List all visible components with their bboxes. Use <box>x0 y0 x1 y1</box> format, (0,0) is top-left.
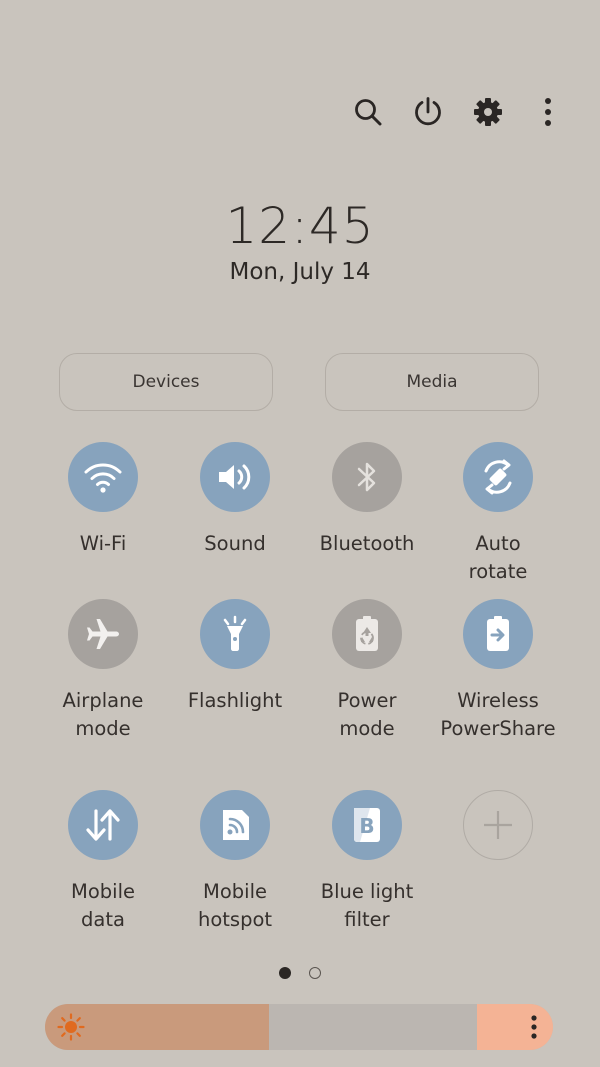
tile-wireless-powershare[interactable]: Wireless PowerShare <box>432 599 564 743</box>
plus-icon[interactable] <box>463 790 533 860</box>
wifi-icon[interactable] <box>68 442 138 512</box>
tile-label: Wireless PowerShare <box>440 689 556 740</box>
tile-label: Auto rotate <box>468 532 528 583</box>
tile-mobile-data[interactable]: Mobile data <box>37 790 169 934</box>
hotspot-icon[interactable] <box>200 790 270 860</box>
tile-label: Flashlight <box>187 689 283 712</box>
tile-airplane-mode[interactable]: Airplane mode <box>37 599 169 743</box>
more-vertical-icon[interactable] <box>532 94 564 130</box>
sun-icon <box>57 1013 85 1041</box>
tile-label: Power mode <box>337 689 397 740</box>
svg-text:B: B <box>359 814 374 838</box>
bluetooth-icon[interactable] <box>332 442 402 512</box>
brightness-slider[interactable] <box>45 1004 553 1050</box>
tile-flashlight[interactable]: Flashlight <box>169 599 301 715</box>
gear-icon[interactable] <box>472 94 504 130</box>
speaker-icon[interactable] <box>200 442 270 512</box>
devices-button[interactable]: Devices <box>59 353 273 411</box>
tile-label: Mobile data <box>71 880 135 931</box>
blue-light-filter-icon[interactable]: B <box>332 790 402 860</box>
tile-label: Bluetooth <box>319 532 415 555</box>
tile-label: Blue light filter <box>320 880 414 931</box>
tile-sound[interactable]: Sound <box>169 442 301 558</box>
tile-bluetooth[interactable]: Bluetooth <box>301 442 433 558</box>
search-icon[interactable] <box>352 94 384 130</box>
tile-blue-light-filter[interactable]: B Blue light filter <box>301 790 433 934</box>
wireless-powershare-icon[interactable] <box>463 599 533 669</box>
battery-recycle-icon[interactable] <box>332 599 402 669</box>
flashlight-icon[interactable] <box>200 599 270 669</box>
rotate-icon[interactable] <box>463 442 533 512</box>
tile-add[interactable] <box>432 790 564 878</box>
header-icons <box>352 94 564 130</box>
tile-label: Wi-Fi <box>79 532 127 555</box>
tile-wifi[interactable]: Wi-Fi <box>37 442 169 558</box>
tile-label: Mobile hotspot <box>197 880 273 931</box>
tile-auto-rotate[interactable]: Auto rotate <box>432 442 564 586</box>
page-dot-active[interactable] <box>279 967 291 979</box>
page-dot-inactive[interactable] <box>309 967 321 979</box>
data-arrows-icon[interactable] <box>68 790 138 860</box>
power-icon[interactable] <box>412 94 444 130</box>
media-button[interactable]: Media <box>325 353 539 411</box>
tile-mobile-hotspot[interactable]: Mobile hotspot <box>169 790 301 934</box>
tile-label: Sound <box>204 532 266 555</box>
brightness-extra-segment[interactable] <box>477 1004 553 1050</box>
airplane-icon[interactable] <box>68 599 138 669</box>
clock-time: 12:45 <box>225 197 375 255</box>
brightness-more-icon[interactable] <box>529 1014 539 1040</box>
page-indicator <box>279 967 321 979</box>
tile-power-mode[interactable]: Power mode <box>301 599 433 743</box>
clock-date: Mon, July 14 <box>229 259 371 285</box>
tile-label: Airplane mode <box>62 689 144 740</box>
